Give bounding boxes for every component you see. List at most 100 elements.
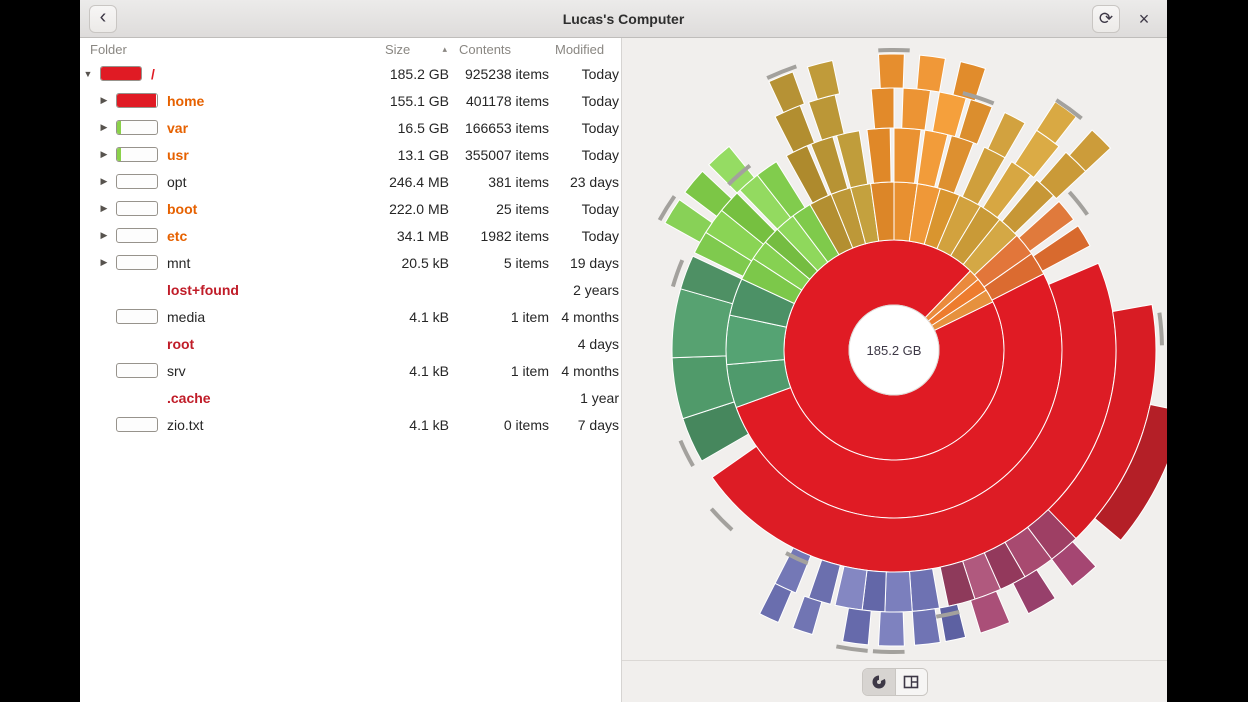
folder-name: usr xyxy=(167,147,189,163)
folder-cell: ▶ opt xyxy=(80,174,381,190)
folder-cell: lost+found xyxy=(80,282,381,298)
expand-arrow-icon[interactable]: ▶ xyxy=(96,122,112,133)
contents-value: 925238 items xyxy=(449,66,549,82)
usage-gauge xyxy=(116,174,158,189)
chart-segment[interactable] xyxy=(843,608,872,645)
column-header-contents[interactable]: Contents xyxy=(449,38,549,60)
tree-row[interactable]: zio.txt4.1 kB0 items7 days xyxy=(80,411,621,438)
chart-segment[interactable] xyxy=(809,95,844,140)
contents-value: 166653 items xyxy=(449,120,549,136)
folder-name: srv xyxy=(167,363,186,379)
folder-name: / xyxy=(151,66,155,82)
expand-arrow-icon[interactable]: ▶ xyxy=(96,149,112,160)
usage-gauge xyxy=(116,255,158,270)
folder-tree-panel: Folder Size ▴ Contents Modified ▼/185.2 … xyxy=(80,38,622,702)
close-button[interactable]: × xyxy=(1130,5,1158,33)
tree-row[interactable]: ▶boot222.0 MB25 itemsToday xyxy=(80,195,621,222)
chart-segment[interactable] xyxy=(835,566,867,610)
expand-arrow-icon[interactable]: ▶ xyxy=(96,95,112,106)
folder-name: opt xyxy=(167,174,186,190)
tree-row[interactable]: srv4.1 kB1 item4 months xyxy=(80,357,621,384)
contents-value: 1 item xyxy=(449,363,549,379)
back-button[interactable]: ‹ xyxy=(89,5,117,33)
collapse-arrow-icon[interactable]: ▼ xyxy=(80,69,96,79)
rings-view-button[interactable] xyxy=(863,669,895,695)
modified-value: Today xyxy=(549,201,621,217)
tree-row[interactable]: ▶var16.5 GB166653 itemsToday xyxy=(80,114,621,141)
chart-segment[interactable] xyxy=(912,609,940,646)
refresh-icon: ⟳ xyxy=(1099,10,1113,27)
expand-arrow-icon[interactable]: ▶ xyxy=(96,230,112,241)
chart-segment[interactable] xyxy=(879,612,905,646)
tree-row[interactable]: ▶etc34.1 MB1982 itemsToday xyxy=(80,222,621,249)
column-header-folder[interactable]: Folder xyxy=(80,38,381,60)
chart-segment[interactable] xyxy=(809,560,841,604)
folder-name: lost+found xyxy=(167,282,239,298)
chart-segment[interactable] xyxy=(909,569,939,612)
contents-value: 381 items xyxy=(449,174,549,190)
folder-cell: .cache xyxy=(80,390,381,406)
expand-arrow-icon[interactable]: ▶ xyxy=(96,257,112,268)
chart-segment[interactable] xyxy=(871,88,894,129)
size-value: 34.1 MB xyxy=(381,228,449,244)
contents-value: 5 items xyxy=(449,255,549,271)
tree-row[interactable]: .cache 1 year xyxy=(80,384,621,411)
chart-segment[interactable] xyxy=(760,583,792,622)
modified-value: Today xyxy=(549,66,621,82)
treemap-view-button[interactable] xyxy=(895,669,927,695)
chart-segment[interactable] xyxy=(867,128,891,183)
main-content: Folder Size ▴ Contents Modified ▼ / 185.2 … xyxy=(80,38,1167,702)
tree-row[interactable]: ▶home155.1 GB401178 itemsToday xyxy=(80,87,621,114)
rings-chart[interactable]: 185.2 GB xyxy=(622,38,1167,660)
folder-name: var xyxy=(167,120,188,136)
chart-segment[interactable] xyxy=(917,55,946,92)
chart-segment[interactable] xyxy=(879,54,905,88)
folder-cell: zio.txt xyxy=(80,417,381,433)
expand-arrow-icon[interactable]: ▶ xyxy=(96,203,112,214)
disk-usage-analyzer-window: ‹ Lucas's Computer ⟳ × Folder Size ▴ xyxy=(80,0,1167,702)
chart-segment[interactable] xyxy=(940,604,966,641)
size-value: 155.1 GB xyxy=(381,93,449,109)
tree-row[interactable]: ▶opt246.4 MB381 items23 days xyxy=(80,168,621,195)
contents-header-label: Contents xyxy=(459,42,511,57)
usage-gauge xyxy=(116,147,158,162)
contents-value: 1 item xyxy=(449,309,549,325)
size-value: 4.1 kB xyxy=(381,309,449,325)
chart-segment[interactable] xyxy=(793,596,822,634)
column-header-size[interactable]: Size ▴ xyxy=(381,38,449,60)
folder-name: mnt xyxy=(167,255,190,271)
treemap-chart-icon xyxy=(903,674,919,690)
size-value: 20.5 kB xyxy=(381,255,449,271)
tree-row[interactable]: ▶usr13.1 GB355007 itemsToday xyxy=(80,141,621,168)
modified-value: 7 days xyxy=(549,417,621,433)
size-value: 13.1 GB xyxy=(381,147,449,163)
more-contents-dash xyxy=(1157,312,1164,345)
tree-row[interactable]: ▼/185.2 GB925238 itemsToday xyxy=(80,60,621,87)
refresh-button[interactable]: ⟳ xyxy=(1092,5,1120,33)
chart-center-label: 185.2 GB xyxy=(867,343,922,358)
tree-row[interactable]: root4 days xyxy=(80,330,621,357)
usage-gauge xyxy=(116,309,158,324)
modified-header-label: Modified xyxy=(555,42,604,57)
expand-arrow-icon[interactable]: ▶ xyxy=(96,176,112,187)
size-value: 4.1 kB xyxy=(381,417,449,433)
more-contents-dash xyxy=(836,644,868,652)
column-header-modified[interactable]: Modified xyxy=(549,38,621,60)
desktop: { "window": { "title": "Lucas's Computer… xyxy=(0,0,1248,702)
tree-column-headers: Folder Size ▴ Contents Modified xyxy=(80,38,621,60)
chart-segment[interactable] xyxy=(894,128,921,183)
chart-segment[interactable] xyxy=(807,60,839,99)
folder-name: boot xyxy=(167,201,197,217)
modified-value: 1 year xyxy=(549,390,621,406)
tree-row[interactable]: lost+found2 years xyxy=(80,276,621,303)
folder-name: root xyxy=(167,336,194,352)
chart-segment[interactable] xyxy=(988,113,1025,158)
usage-gauge xyxy=(116,93,158,108)
titlebar-actions: ⟳ × xyxy=(1092,5,1158,33)
tree-row[interactable]: media4.1 kB1 item4 months xyxy=(80,303,621,330)
modified-value: Today xyxy=(549,147,621,163)
tree-row[interactable]: ▶mnt20.5 kB5 items19 days xyxy=(80,249,621,276)
chart-segment[interactable] xyxy=(775,105,814,152)
chart-segment[interactable] xyxy=(885,571,912,612)
chart-segment[interactable] xyxy=(902,88,931,130)
